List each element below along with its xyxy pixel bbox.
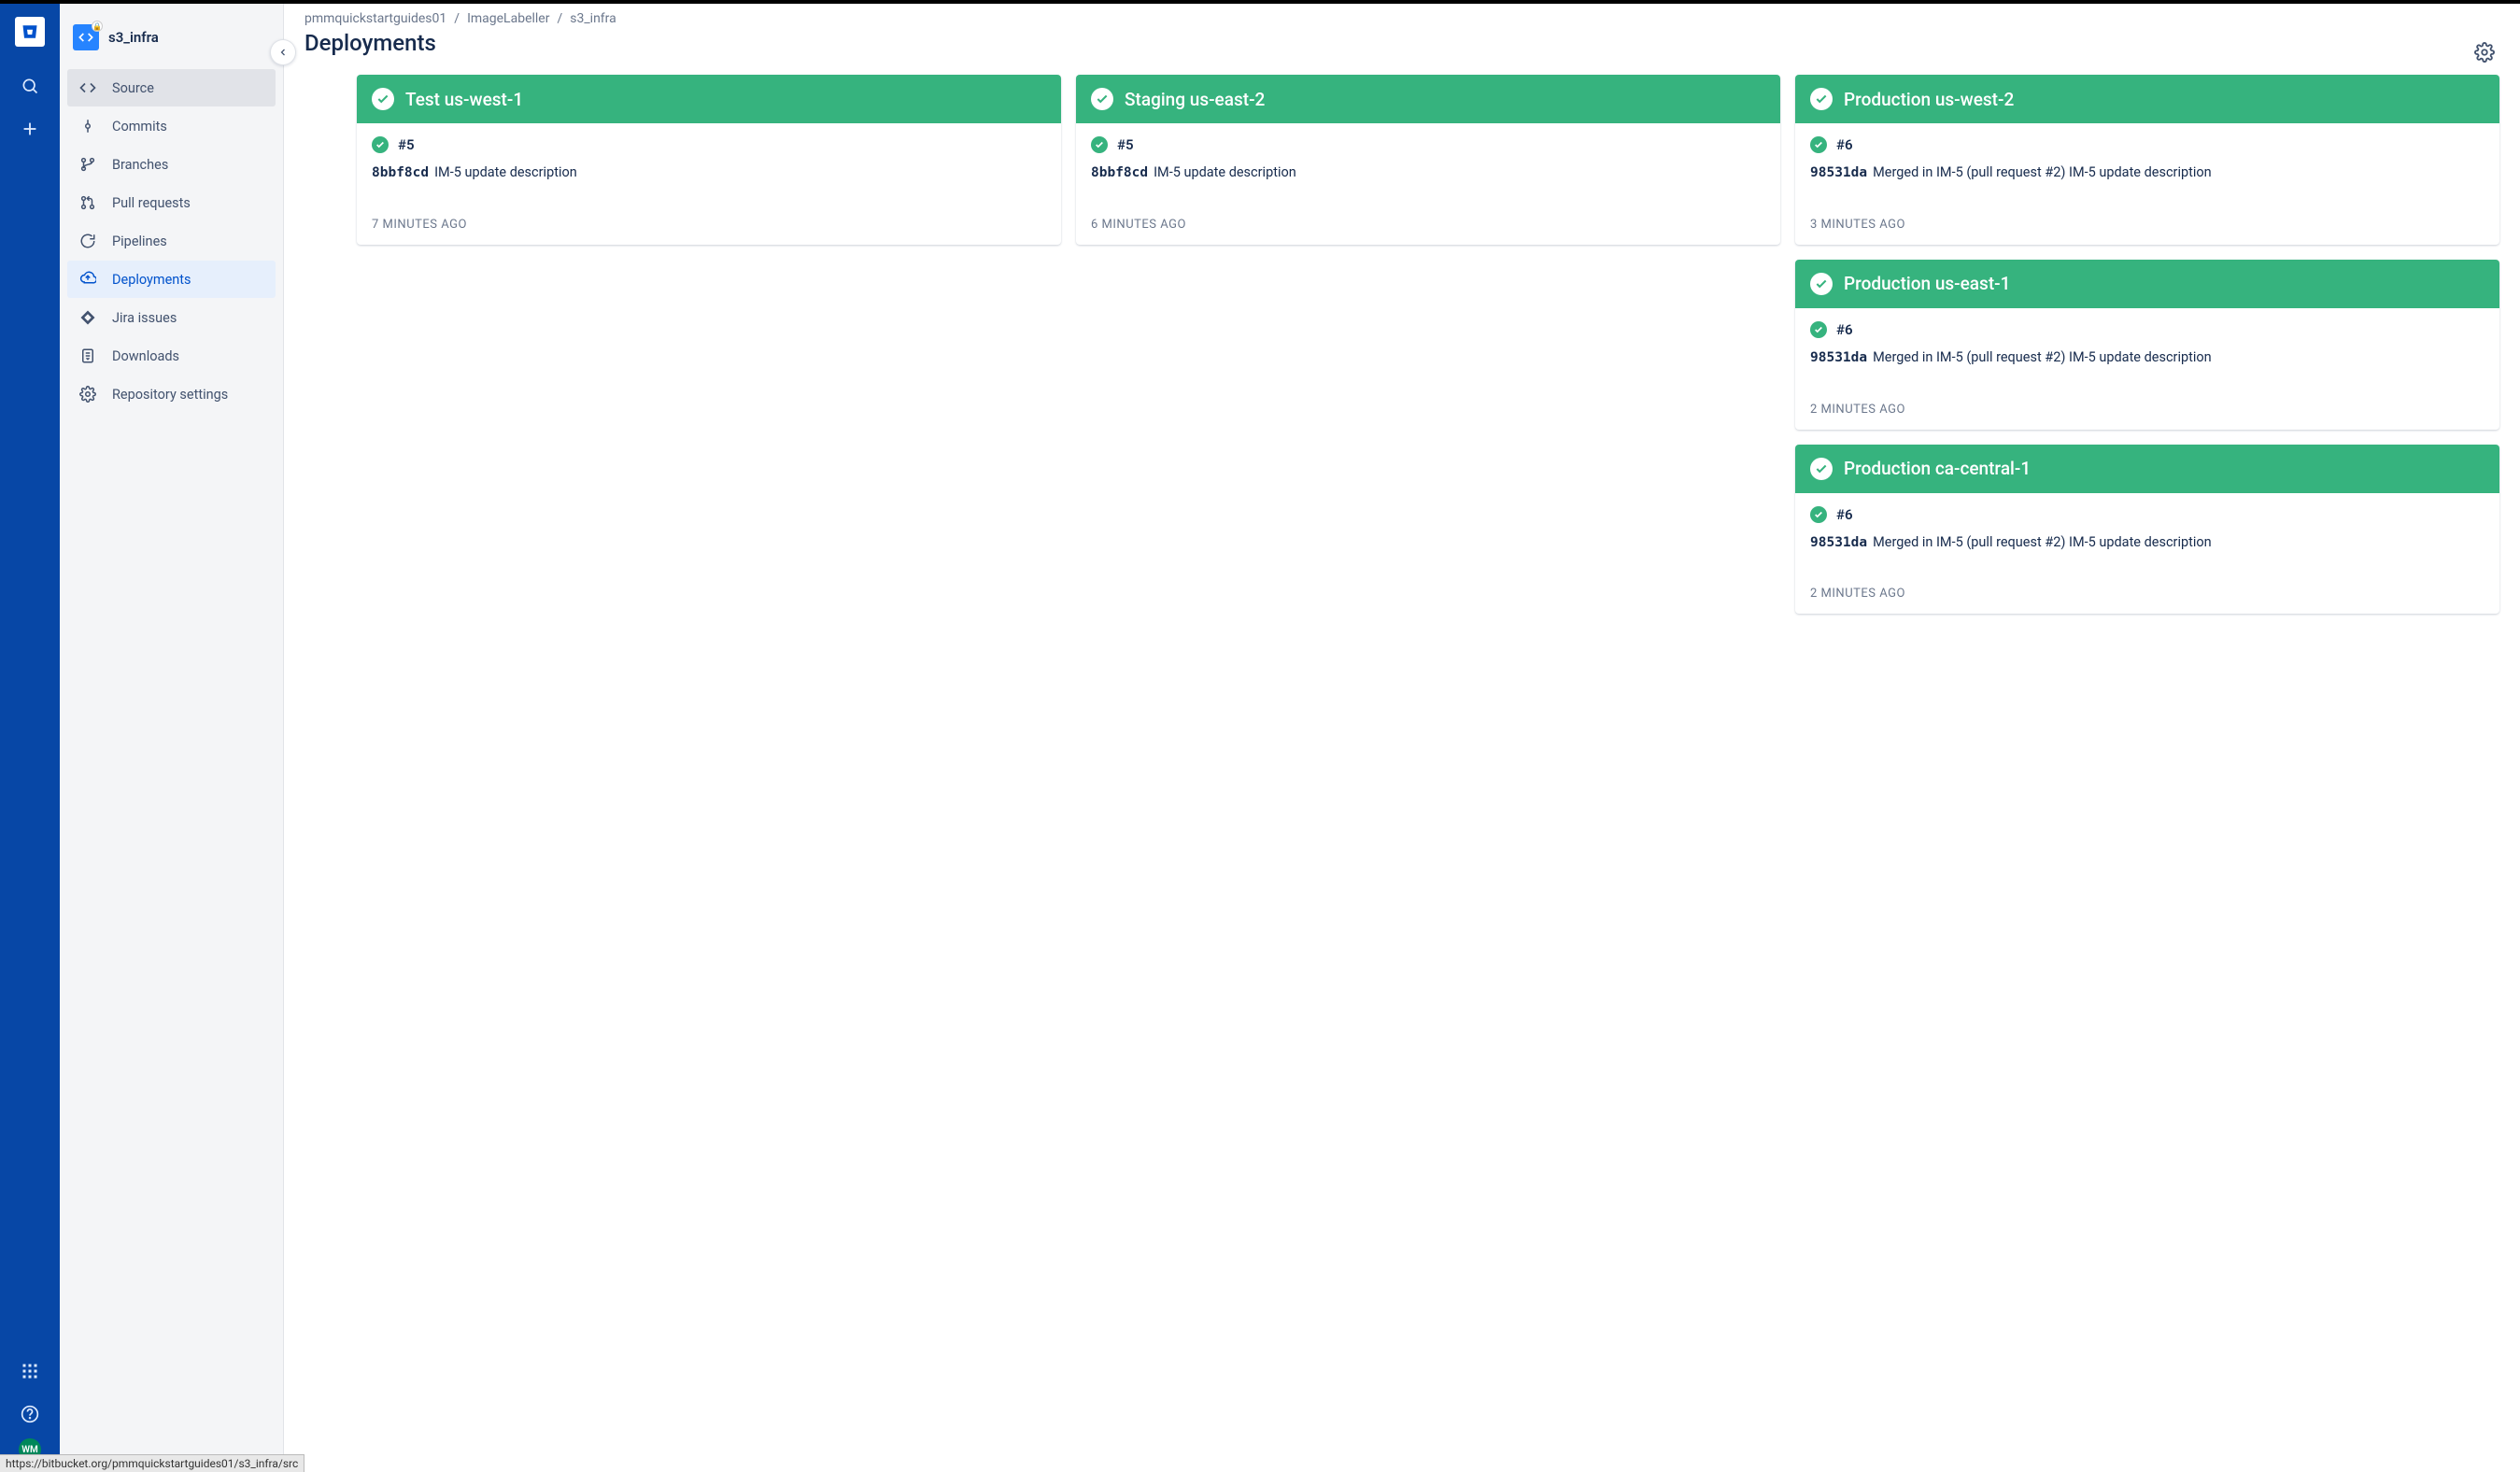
environment-body: #6 98531daMerged in IM-5 (pull request #2… xyxy=(1795,493,2499,615)
build-success-icon xyxy=(1810,506,1827,523)
pullrequest-icon xyxy=(77,194,99,211)
breadcrumb-separator: / xyxy=(454,11,460,26)
environment-name: Staging us-east-2 xyxy=(1125,89,1265,110)
deployment-time: 3 MINUTES AGO xyxy=(1810,214,2485,241)
sidebar-item-label: Pull requests xyxy=(112,195,191,211)
environment-body: #6 98531daMerged in IM-5 (pull request #2… xyxy=(1795,308,2499,430)
breadcrumb-item[interactable]: s3_infra xyxy=(570,11,616,26)
environment-card[interactable]: Test us-west-1 #5 8bbf8cdIM-5 update descr… xyxy=(357,75,1061,245)
environment-name: Production us-west-2 xyxy=(1844,89,2014,110)
commit-hash[interactable]: 98531da xyxy=(1810,350,1867,365)
bitbucket-logo[interactable] xyxy=(15,17,45,47)
repo-avatar: 🔒 xyxy=(73,24,99,50)
commit-hash[interactable]: 98531da xyxy=(1810,165,1867,180)
sidebar-item-label: Source xyxy=(112,80,154,96)
branch-icon xyxy=(77,156,99,173)
deployment-time: 2 MINUTES AGO xyxy=(1810,399,2485,426)
deploy-icon xyxy=(77,271,99,288)
environment-card[interactable]: Production us-west-2 #6 98531daMerged in I… xyxy=(1795,75,2499,245)
sidebar-item-label: Deployments xyxy=(112,272,191,288)
sidebar-item-label: Pipelines xyxy=(112,234,167,249)
help-icon[interactable] xyxy=(11,1395,49,1433)
environment-header: Production us-east-1 xyxy=(1795,260,2499,308)
sidebar-item-label: Downloads xyxy=(112,348,179,364)
breadcrumb: pmmquickstartguides01 / ImageLabeller / s3_i… xyxy=(304,11,2499,26)
environment-header: Production us-west-2 xyxy=(1795,75,2499,123)
sidebar-item-pipelines[interactable]: Pipelines xyxy=(67,222,276,260)
success-check-icon xyxy=(1091,88,1113,110)
build-success-icon xyxy=(1091,136,1108,153)
success-check-icon xyxy=(1810,458,1833,480)
environment-body: #5 8bbf8cdIM-5 update description 7 MINUTE… xyxy=(357,123,1061,245)
repo-header[interactable]: 🔒 s3_infra xyxy=(60,21,283,69)
deployment-time: 6 MINUTES AGO xyxy=(1091,214,1765,241)
build-number[interactable]: #5 xyxy=(398,136,415,153)
commit-message: 98531daMerged in IM-5 (pull request #2) … xyxy=(1810,347,2485,369)
commit-icon xyxy=(77,118,99,134)
commit-message: 8bbf8cdIM-5 update description xyxy=(372,163,1046,184)
settings-icon xyxy=(77,386,99,403)
environment-header: Staging us-east-2 xyxy=(1076,75,1780,123)
environment-name: Production us-east-1 xyxy=(1844,273,2010,294)
success-check-icon xyxy=(372,88,394,110)
breadcrumb-item[interactable]: pmmquickstartguides01 xyxy=(304,11,446,26)
pipeline-icon xyxy=(77,233,99,249)
page-title: Deployments xyxy=(304,30,436,56)
lock-icon: 🔒 xyxy=(92,21,103,32)
environment-body: #5 8bbf8cdIM-5 update description 6 MINUTE… xyxy=(1076,123,1780,245)
commit-message: 98531daMerged in IM-5 (pull request #2) … xyxy=(1810,532,2485,554)
sidebar-item-deployments[interactable]: Deployments xyxy=(67,261,276,298)
environment-name: Test us-west-1 xyxy=(405,89,523,110)
commit-hash[interactable]: 8bbf8cd xyxy=(372,165,429,180)
global-nav: WM xyxy=(0,4,60,1472)
build-number[interactable]: #6 xyxy=(1836,506,1853,523)
commit-hash[interactable]: 98531da xyxy=(1810,535,1867,550)
main-content: pmmquickstartguides01 / ImageLabeller / s3_i… xyxy=(284,4,2520,1472)
code-icon xyxy=(77,79,99,96)
status-bar: https://bitbucket.org/pmmquickstartguide… xyxy=(0,1454,304,1472)
breadcrumb-item[interactable]: ImageLabeller xyxy=(467,11,549,26)
environment-header: Test us-west-1 xyxy=(357,75,1061,123)
sidebar-item-label: Commits xyxy=(112,119,167,134)
build-success-icon xyxy=(1810,136,1827,153)
environment-header: Production ca-central-1 xyxy=(1795,445,2499,493)
build-success-icon xyxy=(1810,321,1827,338)
page-settings-button[interactable] xyxy=(2470,37,2499,67)
commit-message: 98531daMerged in IM-5 (pull request #2) … xyxy=(1810,163,2485,184)
create-icon[interactable] xyxy=(11,110,49,148)
sidebar-item-source[interactable]: Source xyxy=(67,69,276,106)
sidebar-item-label: Jira issues xyxy=(112,310,177,326)
sidebar-item-label: Branches xyxy=(112,157,168,173)
sidebar-item-label: Repository settings xyxy=(112,387,228,403)
build-success-icon xyxy=(372,136,389,153)
download-icon xyxy=(77,347,99,364)
repo-name: s3_infra xyxy=(108,29,159,46)
sidebar: 🔒 s3_infra Source Commits Branches Pull req… xyxy=(60,4,284,1472)
environment-body: #6 98531daMerged in IM-5 (pull request #2… xyxy=(1795,123,2499,245)
environment-card[interactable]: Production us-east-1 #6 98531daMerged in I… xyxy=(1795,260,2499,430)
build-number[interactable]: #6 xyxy=(1836,321,1853,338)
sidebar-item-repository-settings[interactable]: Repository settings xyxy=(67,375,276,413)
jira-icon xyxy=(77,309,99,326)
build-number[interactable]: #6 xyxy=(1836,136,1853,153)
sidebar-item-pull-requests[interactable]: Pull requests xyxy=(67,184,276,221)
environment-name: Production ca-central-1 xyxy=(1844,458,2031,479)
sidebar-item-branches[interactable]: Branches xyxy=(67,146,276,183)
sidebar-item-downloads[interactable]: Downloads xyxy=(67,337,276,375)
breadcrumb-separator: / xyxy=(557,11,562,26)
commit-hash[interactable]: 8bbf8cd xyxy=(1091,165,1148,180)
commit-message: 8bbf8cdIM-5 update description xyxy=(1091,163,1765,184)
build-number[interactable]: #5 xyxy=(1117,136,1134,153)
environment-card[interactable]: Production ca-central-1 #6 98531daMerged i… xyxy=(1795,445,2499,615)
environment-card[interactable]: Staging us-east-2 #5 8bbf8cdIM-5 update de… xyxy=(1076,75,1780,245)
app-switcher-icon[interactable] xyxy=(11,1352,49,1390)
sidebar-item-commits[interactable]: Commits xyxy=(67,107,276,145)
deployment-time: 2 MINUTES AGO xyxy=(1810,583,2485,610)
deployment-time: 7 MINUTES AGO xyxy=(372,214,1046,241)
success-check-icon xyxy=(1810,88,1833,110)
success-check-icon xyxy=(1810,273,1833,295)
sidebar-item-jira-issues[interactable]: Jira issues xyxy=(67,299,276,336)
search-icon[interactable] xyxy=(11,67,49,105)
